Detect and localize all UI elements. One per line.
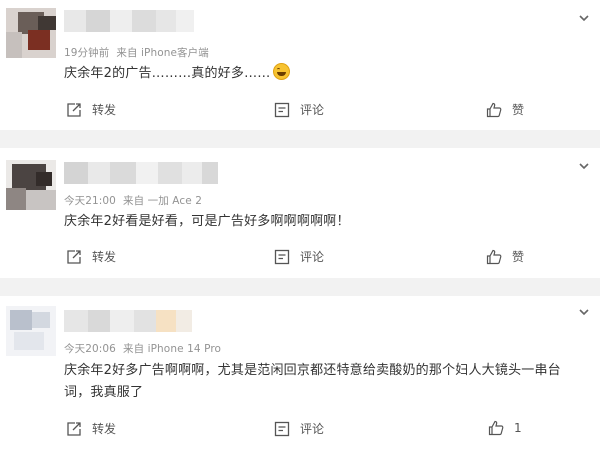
- like-label: 赞: [512, 250, 525, 264]
- comment-card: 今天20:06 来自 iPhone 14 Pro 庆余年2好多广告啊啊啊，尤其是范…: [0, 296, 600, 453]
- repost-label: 转发: [92, 250, 117, 264]
- thumbs-up-icon: [486, 102, 502, 117]
- comment-source: 来自 iPhone 14 Pro: [122, 343, 222, 355]
- repost-label: 转发: [92, 103, 117, 117]
- avatar[interactable]: [6, 8, 56, 58]
- comment-label: 评论: [300, 422, 325, 436]
- chevron-down-icon[interactable]: [578, 12, 590, 24]
- comment-card: 今天21:00 来自 一加 Ace 2 庆余年2好看是好看，可是广告好多啊啊啊啊啊…: [0, 148, 600, 278]
- action-bar: 转发 评论 赞: [0, 248, 600, 268]
- comment-label: 评论: [300, 250, 325, 264]
- repost-icon: [67, 421, 81, 436]
- thumbs-up-icon: [486, 249, 502, 264]
- comment-text-body: 庆余年2的广告………真的好多……: [64, 66, 271, 81]
- comment-text: 庆余年2的广告………真的好多……: [64, 63, 584, 84]
- comment-button[interactable]: 评论: [274, 420, 324, 437]
- like-label: 赞: [512, 103, 525, 117]
- comment-meta: 今天21:00 来自 一加 Ace 2: [64, 193, 202, 208]
- avatar[interactable]: [6, 306, 56, 356]
- avatar[interactable]: [6, 160, 56, 210]
- comment-button[interactable]: 评论: [274, 101, 324, 118]
- divider: [0, 130, 600, 148]
- comment-time: 今天21:00: [64, 195, 116, 207]
- repost-button[interactable]: 转发: [66, 248, 116, 265]
- repost-icon: [67, 102, 81, 117]
- comment-source: 来自 一加 Ace 2: [122, 195, 202, 207]
- comment-icon: [274, 249, 290, 264]
- comment-meta: 今天20:06 来自 iPhone 14 Pro: [64, 341, 221, 356]
- repost-button[interactable]: 转发: [66, 101, 116, 118]
- comment-text-body: 庆余年2好看是好看，可是广告好多啊啊啊啊啊！: [64, 214, 350, 229]
- divider: [0, 278, 600, 296]
- comment-text-body: 庆余年2好多广告啊啊啊，尤其是范闲回京都还特意给卖酸奶的那个妇人大镜头一串台词，…: [64, 363, 561, 400]
- username[interactable]: [64, 310, 192, 332]
- grinning-sweat-emoji-icon: [273, 63, 291, 80]
- comment-icon: [274, 421, 290, 436]
- comment-card: 19分钟前 来自 iPhone客户端 庆余年2的广告………真的好多…… 转发 评论…: [0, 0, 600, 130]
- comment-icon: [274, 102, 290, 117]
- comment-text: 庆余年2好多广告啊啊啊，尤其是范闲回京都还特意给卖酸奶的那个妇人大镜头一串台词，…: [64, 360, 569, 404]
- action-bar: 转发 评论 1: [0, 420, 600, 440]
- like-button[interactable]: 赞: [486, 101, 524, 118]
- thumbs-up-icon: [488, 420, 504, 436]
- comment-source: 来自 iPhone客户端: [116, 47, 209, 59]
- username[interactable]: [64, 10, 194, 32]
- username[interactable]: [64, 162, 218, 184]
- comment-button[interactable]: 评论: [274, 248, 324, 265]
- like-button[interactable]: 赞: [486, 248, 524, 265]
- like-count: 1: [514, 421, 522, 435]
- comment-label: 评论: [300, 103, 325, 117]
- repost-button[interactable]: 转发: [66, 420, 116, 437]
- chevron-down-icon[interactable]: [578, 160, 590, 172]
- comment-time: 19分钟前: [64, 47, 110, 59]
- chevron-down-icon[interactable]: [578, 306, 590, 318]
- comment-meta: 19分钟前 来自 iPhone客户端: [64, 45, 209, 60]
- action-bar: 转发 评论 赞: [0, 101, 600, 121]
- repost-icon: [67, 249, 81, 264]
- like-button[interactable]: 1: [488, 420, 522, 436]
- comment-text: 庆余年2好看是好看，可是广告好多啊啊啊啊啊！: [64, 211, 584, 232]
- comment-time: 今天20:06: [64, 343, 116, 355]
- repost-label: 转发: [92, 422, 117, 436]
